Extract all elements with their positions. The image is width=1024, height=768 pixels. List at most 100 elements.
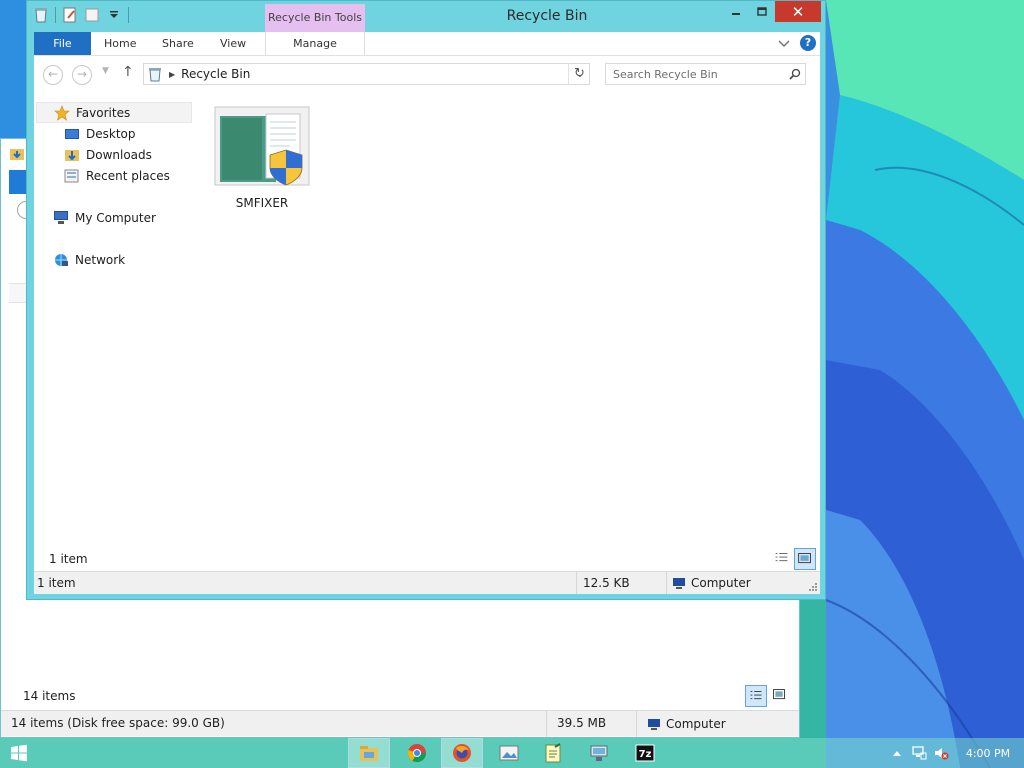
- refresh-icon: ↻: [574, 66, 585, 81]
- tab-manage[interactable]: Manage: [265, 32, 365, 55]
- breadcrumb-separator-icon[interactable]: ▶: [169, 70, 175, 79]
- recent-locations-icon[interactable]: ▼: [102, 66, 109, 76]
- background-status-location: Computer: [637, 711, 787, 737]
- photo-viewer-icon: [499, 745, 519, 761]
- file-list[interactable]: SMFIXER: [194, 100, 818, 540]
- ribbon-controls: ?: [778, 35, 816, 51]
- taskbar-chrome[interactable]: [396, 738, 438, 768]
- large-icons-view-button[interactable]: [794, 548, 816, 570]
- details-view-icon: [750, 691, 762, 700]
- clock[interactable]: 4:00 PM: [952, 747, 1024, 760]
- nav-recent-places-label: Recent places: [86, 168, 170, 183]
- maximize-button[interactable]: [749, 1, 775, 22]
- taskbar-photo-viewer[interactable]: [488, 738, 530, 768]
- taskbar-network-tool[interactable]: [578, 738, 620, 768]
- forward-button[interactable]: →: [72, 65, 92, 85]
- file-name: SMFIXER: [235, 196, 289, 210]
- expand-ribbon-icon[interactable]: [778, 38, 790, 48]
- help-icon[interactable]: ?: [800, 35, 816, 51]
- ribbon-tabs: File Home Share View Manage ?: [34, 32, 820, 56]
- search-box[interactable]: [605, 63, 806, 85]
- status-location: Computer: [667, 572, 817, 594]
- up-arrow-icon[interactable]: ↑: [122, 64, 134, 80]
- computer-icon: [53, 210, 69, 226]
- background-status-size: 39.5 MB: [547, 711, 637, 737]
- close-button[interactable]: ✕: [775, 1, 821, 22]
- taskbar-7zip[interactable]: 7z: [624, 738, 666, 768]
- computer-icon: [648, 718, 660, 730]
- search-input[interactable]: [606, 64, 785, 84]
- recycle-bin-icon: [149, 68, 161, 82]
- tab-file[interactable]: File: [34, 32, 91, 55]
- search-icon[interactable]: [785, 64, 805, 84]
- title-bar[interactable]: Recycle Bin Tools Recycle Bin ✕: [27, 1, 825, 32]
- chrome-icon: [407, 744, 426, 763]
- system-tray: 4:00 PM: [886, 738, 1024, 768]
- minimize-button[interactable]: [723, 1, 749, 22]
- taskbar-firefox[interactable]: [441, 738, 483, 768]
- refresh-button[interactable]: ↻: [568, 63, 590, 85]
- taskbar-file-explorer[interactable]: [348, 738, 390, 768]
- tab-view[interactable]: View: [220, 32, 246, 55]
- back-arrow-icon: ←: [47, 67, 59, 81]
- recycle-bin-window[interactable]: Recycle Bin Tools Recycle Bin ✕ File Hom…: [26, 0, 826, 600]
- background-item-count: 14 items: [23, 689, 76, 703]
- star-icon: [54, 104, 70, 121]
- background-file-tab[interactable]: [9, 170, 27, 194]
- network-icon: [53, 252, 69, 268]
- breadcrumb-recycle-bin[interactable]: Recycle Bin: [181, 67, 571, 81]
- background-details-view-button[interactable]: [745, 685, 767, 707]
- tab-share[interactable]: Share: [162, 32, 194, 55]
- desktop-icon: [64, 126, 80, 142]
- item-count: 1 item: [49, 552, 88, 566]
- tab-home[interactable]: Home: [104, 32, 136, 55]
- status-size: 12.5 KB: [577, 572, 667, 594]
- background-large-icons-view-button[interactable]: [769, 685, 791, 707]
- back-button[interactable]: ←: [43, 65, 63, 85]
- chevron-up-icon: [893, 751, 901, 756]
- 7zip-label: 7z: [639, 749, 652, 760]
- minimize-icon: [732, 12, 740, 15]
- nav-desktop[interactable]: Desktop: [64, 123, 136, 144]
- folder-download-icon: [10, 149, 24, 160]
- address-bar[interactable]: ▶ Recycle Bin ⌄: [143, 63, 590, 85]
- recent-places-icon: [64, 168, 80, 184]
- nav-downloads-label: Downloads: [86, 147, 152, 162]
- network-status-icon: [912, 746, 927, 760]
- taskbar-notepad[interactable]: [532, 738, 574, 768]
- file-item[interactable]: SMFIXER: [209, 106, 315, 210]
- firefox-icon: [453, 744, 471, 762]
- computer-icon: [673, 577, 685, 589]
- properties-icon[interactable]: [62, 7, 78, 23]
- window-title: Recycle Bin: [506, 8, 588, 24]
- nav-desktop-label: Desktop: [86, 126, 136, 141]
- navigation-pane: Favorites Desktop Downloads Recent place…: [34, 100, 194, 540]
- downloads-folder-icon: [64, 147, 80, 163]
- recycle-bin-window-icon[interactable]: [33, 7, 49, 23]
- address-toolbar: ← → ▼ ↑ ▶ Recycle Bin ⌄ ↻: [34, 56, 820, 92]
- status-items: 1 item: [34, 572, 577, 594]
- tray-volume[interactable]: [930, 738, 952, 768]
- start-button[interactable]: [10, 744, 28, 762]
- nav-network[interactable]: Network: [53, 249, 125, 270]
- show-hidden-icons-button[interactable]: [886, 738, 908, 768]
- background-nav-row: [9, 283, 27, 303]
- nav-favorites-label: Favorites: [76, 105, 131, 120]
- recycle-bin-tools-tab-group: Recycle Bin Tools: [265, 4, 365, 32]
- network-tool-icon: [590, 745, 608, 761]
- toolbar-separator: [55, 7, 56, 23]
- new-folder-icon[interactable]: [84, 7, 100, 23]
- details-view-icon: [775, 553, 788, 562]
- nav-favorites[interactable]: Favorites: [36, 102, 192, 123]
- tray-network[interactable]: [908, 738, 930, 768]
- details-view-button[interactable]: [772, 548, 794, 570]
- nav-recent-places[interactable]: Recent places: [64, 165, 170, 186]
- taskbar: 7z 4:00 PM: [0, 738, 1024, 768]
- toolbar-separator: [128, 7, 129, 23]
- background-status-bar: 14 items (Disk free space: 99.0 GB) 39.5…: [1, 710, 799, 737]
- nav-downloads[interactable]: Downloads: [64, 144, 152, 165]
- customize-toolbar-icon[interactable]: [106, 7, 122, 23]
- explorer-content: ← → ▼ ↑ ▶ Recycle Bin ⌄ ↻ Search Recycle…: [34, 56, 820, 571]
- nav-my-computer[interactable]: My Computer: [53, 207, 156, 228]
- resize-grip-icon[interactable]: [808, 582, 818, 592]
